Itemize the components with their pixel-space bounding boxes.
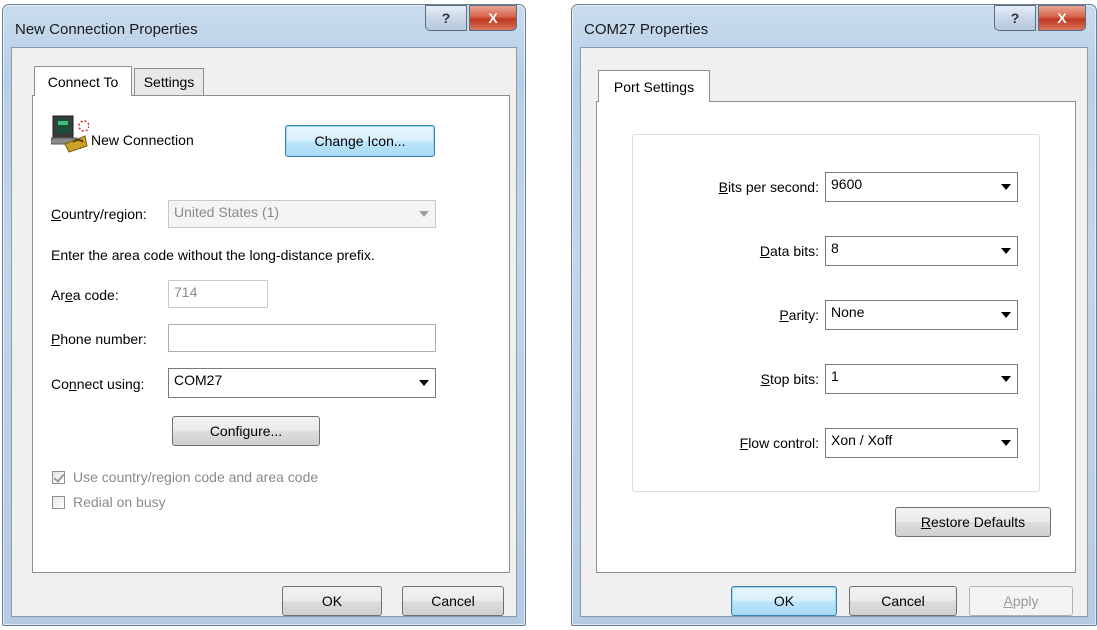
connect-using-label: Connect using:: [51, 376, 145, 392]
data-bits-select[interactable]: 8: [825, 236, 1018, 266]
connect-using-value: COM27: [174, 372, 223, 388]
stop-bits-label: Stop bits:: [760, 371, 819, 387]
connection-name: New Connection: [91, 132, 194, 148]
phone-number-label: Phone number:: [51, 331, 147, 347]
connect-using-select[interactable]: COM27: [168, 368, 436, 398]
data-bits-value: 8: [831, 240, 839, 256]
country-region-label: Country/region:: [51, 206, 147, 222]
parity-value: None: [831, 304, 865, 320]
restore-defaults-label: Restore Defaults: [920, 514, 1026, 530]
ok-label: OK: [773, 593, 795, 609]
area-code-value: 714: [174, 284, 198, 300]
flow-control-value: Xon / Xoff: [831, 432, 893, 448]
phone-number-input[interactable]: [168, 324, 436, 352]
tab-settings[interactable]: Settings: [134, 68, 204, 95]
help-icon: ?: [441, 10, 451, 26]
close-button[interactable]: X: [469, 5, 517, 31]
use-country-code-label: Use country/region code and area code: [73, 469, 319, 485]
tab-connect-to[interactable]: Connect To: [34, 66, 132, 96]
help-button[interactable]: ?: [994, 5, 1036, 31]
change-icon-button[interactable]: Change Icon...: [285, 125, 435, 157]
area-code-instruction: Enter the area code without the long-dis…: [51, 247, 375, 263]
country-label-rest: ountry/region:: [61, 206, 147, 222]
chevron-down-icon: [419, 211, 429, 217]
chevron-down-icon: [1001, 376, 1011, 382]
apply-button[interactable]: Apply: [969, 586, 1073, 616]
help-button[interactable]: ?: [425, 5, 467, 31]
use-country-code-checkbox[interactable]: [52, 471, 65, 484]
tab-panel-connect-to: New Connection Change Icon... Country/re…: [32, 95, 510, 573]
configure-label: Configure...: [209, 423, 283, 439]
help-icon: ?: [1010, 10, 1020, 26]
tab-label: Settings: [143, 74, 195, 90]
dialog-title: New Connection Properties: [15, 21, 198, 38]
dialog-client-area: Port Settings Bits per second: 9600 Data…: [580, 47, 1088, 617]
cancel-label: Cancel: [881, 593, 925, 609]
ok-button[interactable]: OK: [731, 586, 837, 616]
area-code-label: Area code:: [51, 287, 119, 303]
dialog-client-area: Connect To Settings New Connection Chang…: [11, 47, 517, 617]
new-connection-properties-dialog: New Connection Properties ? X Connect To…: [2, 4, 526, 626]
data-bits-label: Data bits:: [759, 243, 819, 259]
bits-per-second-label: Bits per second:: [718, 179, 819, 195]
close-button[interactable]: X: [1038, 5, 1086, 31]
chevron-down-icon: [419, 380, 429, 386]
area-code-input[interactable]: 714: [168, 280, 268, 308]
chevron-down-icon: [1001, 184, 1011, 190]
tab-label: Connect To: [47, 73, 119, 90]
flow-control-select[interactable]: Xon / Xoff: [825, 428, 1018, 458]
ok-label: OK: [321, 593, 343, 609]
flow-control-label: Flow control:: [739, 435, 819, 451]
redial-on-busy-checkbox[interactable]: [52, 496, 65, 509]
close-icon: X: [488, 10, 498, 26]
close-icon: X: [1057, 10, 1067, 26]
change-icon-label: Change Icon...: [314, 133, 406, 149]
tab-port-settings[interactable]: Port Settings: [598, 70, 710, 102]
tab-panel-port-settings: Bits per second: 9600 Data bits: 8 Parit…: [596, 101, 1076, 573]
redial-on-busy-label: Redial on busy: [73, 494, 166, 510]
cancel-button[interactable]: Cancel: [402, 586, 504, 616]
cancel-label: Cancel: [431, 593, 475, 609]
chevron-down-icon: [1001, 248, 1011, 254]
parity-select[interactable]: None: [825, 300, 1018, 330]
com27-properties-dialog: COM27 Properties ? X Port Settings Bits …: [571, 4, 1097, 626]
restore-defaults-button[interactable]: Restore Defaults: [895, 507, 1051, 537]
stop-bits-value: 1: [831, 368, 839, 384]
chevron-down-icon: [1001, 312, 1011, 318]
dialog-title: COM27 Properties: [584, 21, 709, 38]
cancel-button[interactable]: Cancel: [849, 586, 957, 616]
tab-label: Port Settings: [613, 78, 695, 95]
stop-bits-select[interactable]: 1: [825, 364, 1018, 394]
parity-label: Parity:: [779, 307, 819, 323]
chevron-down-icon: [1001, 440, 1011, 446]
bits-per-second-select[interactable]: 9600: [825, 172, 1018, 202]
ok-button[interactable]: OK: [282, 586, 382, 616]
port-settings-group: Bits per second: 9600 Data bits: 8 Parit…: [632, 134, 1040, 492]
country-region-value: United States (1): [174, 204, 280, 220]
configure-button[interactable]: Configure...: [172, 416, 320, 446]
country-region-select[interactable]: United States (1): [168, 200, 436, 228]
bits-per-second-value: 9600: [831, 176, 863, 192]
phone-computer-icon: [50, 114, 90, 154]
apply-label: Apply: [1003, 593, 1039, 609]
